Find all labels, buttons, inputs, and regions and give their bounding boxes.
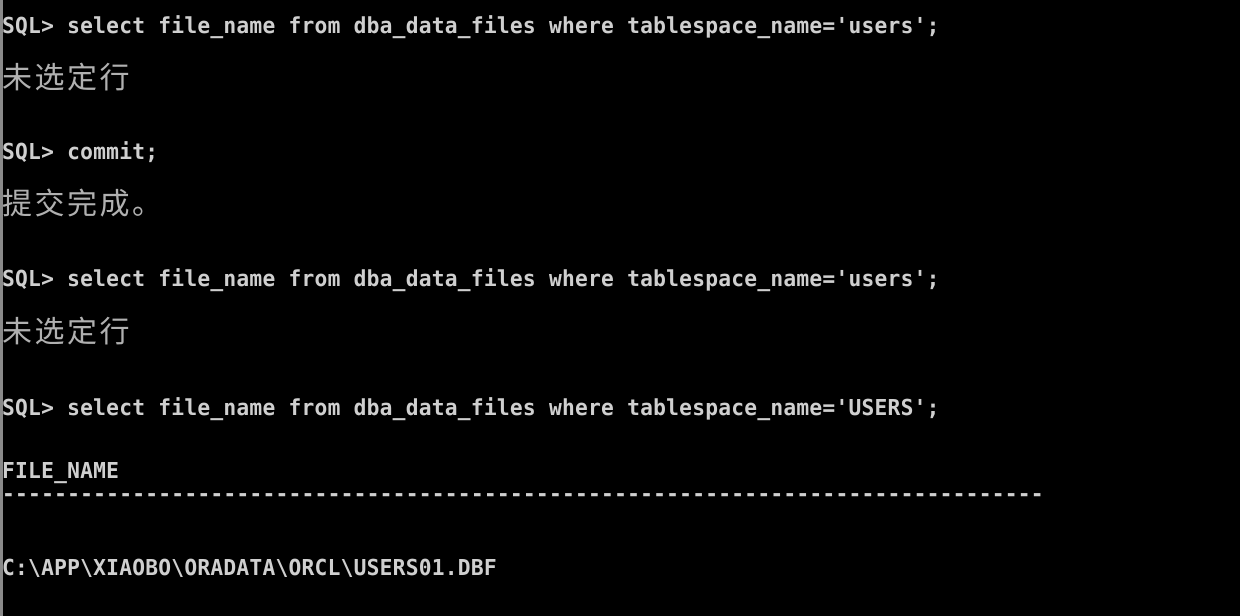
console-line-command-commit: SQL> commit;: [2, 140, 159, 165]
console-line-output-no-rows: 未选定行: [2, 61, 132, 96]
window-left-edge: [0, 0, 3, 616]
console-line-command-uppercase-users: SQL> select file_name from dba_data_file…: [2, 396, 940, 421]
console-line-command: SQL> select file_name from dba_data_file…: [2, 14, 940, 39]
console-line-output-no-rows: 未选定行: [2, 315, 132, 350]
console-line-command: SQL> select file_name from dba_data_file…: [2, 267, 940, 292]
console-column-separator: ----------------------------------------…: [2, 482, 1044, 507]
console-line-output-commit-complete: 提交完成。: [2, 187, 165, 222]
console-window[interactable]: SQL> select file_name from dba_data_file…: [0, 0, 1240, 616]
console-result-row-file-path: C:\APP\XIAOBO\ORADATA\ORCL\USERS01.DBF: [2, 556, 497, 581]
